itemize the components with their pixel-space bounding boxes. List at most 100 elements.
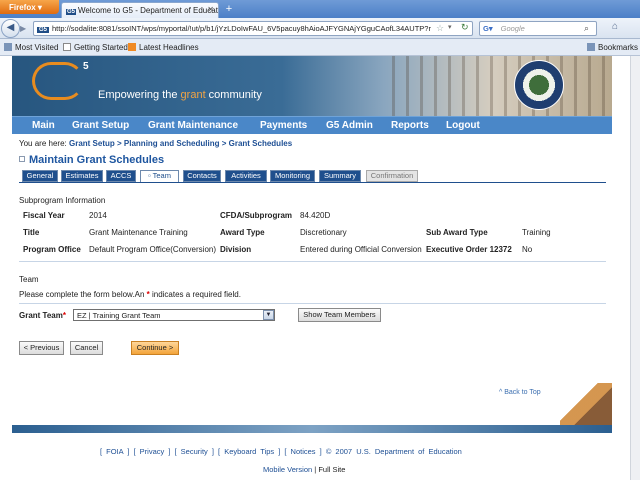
back-arrow-icon[interactable]: ◀ bbox=[1, 19, 20, 38]
tab-summary[interactable]: Summary bbox=[319, 170, 361, 182]
bookmark-most-visited[interactable]: Most Visited bbox=[4, 43, 58, 52]
forward-arrow-icon[interactable]: ▶ bbox=[20, 22, 32, 35]
grant-team-select[interactable]: EZ | Training Grant Team bbox=[73, 309, 275, 321]
division-label: Division bbox=[220, 245, 252, 254]
award-type-value: Discretionary bbox=[300, 228, 347, 237]
page-title-icon bbox=[19, 156, 25, 162]
menu-logout[interactable]: Logout bbox=[446, 120, 480, 131]
team-divider bbox=[19, 303, 606, 304]
award-type-label: Award Type bbox=[220, 228, 265, 237]
bookmark-star-icon[interactable]: ☆ bbox=[436, 23, 444, 34]
version-separator: | bbox=[314, 465, 317, 474]
breadcrumb-planning-scheduling[interactable]: Planning and Scheduling bbox=[124, 139, 220, 148]
bookmark-getting-started[interactable]: Getting Started bbox=[63, 43, 128, 52]
breadcrumb: You are here: Grant Setup > Planning and… bbox=[19, 139, 292, 148]
tagline-end: community bbox=[205, 89, 262, 101]
tagline-highlight: grant bbox=[180, 89, 206, 101]
footer-links[interactable]: [ FOIA ] [ Privacy ] [ Security ] [ Keyb… bbox=[100, 447, 462, 456]
executive-order-label: Executive Order 12372 bbox=[426, 245, 512, 254]
bookmarks-folder-icon bbox=[586, 43, 595, 51]
division-value: Entered during Official Conversion bbox=[300, 245, 422, 254]
back-to-top-link[interactable]: ^ Back to Top bbox=[499, 389, 541, 396]
folder-icon bbox=[4, 43, 12, 51]
bookmarks-menu-button[interactable]: Bookmarks bbox=[586, 43, 638, 52]
menu-grant-maintenance[interactable]: Grant Maintenance bbox=[148, 120, 238, 131]
menu-main[interactable]: Main bbox=[32, 120, 55, 131]
show-team-members-button[interactable]: Show Team Members bbox=[298, 308, 381, 322]
g5-favicon-icon: G5 bbox=[66, 9, 77, 15]
breadcrumb-separator: > bbox=[117, 139, 122, 148]
site-version-switch: Mobile Version | Full Site bbox=[263, 465, 345, 474]
team-heading: Team bbox=[19, 275, 39, 284]
g5-logo bbox=[32, 62, 84, 100]
cfda-label: CFDA/Subprogram bbox=[220, 211, 292, 220]
browser-tab-title: Welcome to G5 - Department of Educati... bbox=[78, 6, 219, 15]
address-bar[interactable]: G5 http://sodalite:8081/ssoINT/wps/myport… bbox=[33, 21, 473, 36]
bookmarks-menu-label: Bookmarks bbox=[597, 43, 638, 52]
left-gutter bbox=[0, 56, 12, 480]
tab-monitoring[interactable]: Monitoring bbox=[270, 170, 315, 182]
url-text: http://sodalite:8081/ssoINT/wps/myportal… bbox=[52, 24, 431, 33]
subprogram-heading: Subprogram Information bbox=[19, 196, 106, 205]
breadcrumb-separator: > bbox=[221, 139, 227, 148]
footer-band bbox=[12, 425, 612, 433]
page-title-text: Maintain Grant Schedules bbox=[29, 154, 165, 166]
cancel-button[interactable]: Cancel bbox=[70, 341, 103, 355]
rss-feed-icon bbox=[128, 43, 136, 51]
grant-team-label-text: Grant Team bbox=[19, 311, 63, 320]
search-input[interactable]: G▾ Google bbox=[479, 21, 597, 36]
browser-tab[interactable]: G5 Welcome to G5 - Department of Educati.… bbox=[61, 2, 219, 18]
section-divider bbox=[19, 261, 606, 262]
bookmark-label: Getting Started bbox=[74, 43, 128, 52]
page-icon bbox=[63, 43, 71, 51]
menu-payments[interactable]: Payments bbox=[260, 120, 307, 131]
firefox-menu-button[interactable]: Firefox ▾ bbox=[0, 0, 59, 14]
previous-button[interactable]: < Previous bbox=[19, 341, 64, 355]
bookmark-label: Latest Headlines bbox=[139, 43, 199, 52]
program-office-value: Default Program Office(Conversion) bbox=[89, 245, 217, 254]
tab-contacts[interactable]: Contacts bbox=[183, 170, 221, 182]
title-value: Grant Maintenance Training bbox=[89, 228, 188, 237]
vertical-scrollbar[interactable] bbox=[630, 56, 640, 480]
page-title: Maintain Grant Schedules bbox=[19, 154, 164, 166]
tab-team-label: Team bbox=[152, 171, 171, 180]
form-instructions: Please complete the form below.An * indi… bbox=[19, 290, 241, 299]
instructions-text-end: indicates a required field. bbox=[149, 290, 241, 299]
continue-button[interactable]: Continue > bbox=[131, 341, 179, 355]
bookmark-label: Most Visited bbox=[15, 43, 59, 52]
program-office-label: Program Office bbox=[23, 245, 81, 254]
tab-estimates[interactable]: Estimates bbox=[61, 170, 103, 182]
tab-general[interactable]: General bbox=[22, 170, 58, 182]
breadcrumb-grant-schedules[interactable]: Grant Schedules bbox=[229, 139, 293, 148]
bookmarks-toolbar: Most Visited Getting Started Latest Head… bbox=[0, 39, 640, 56]
executive-order-value: No bbox=[522, 245, 533, 254]
bookmark-latest-headlines[interactable]: Latest Headlines bbox=[128, 43, 199, 52]
reload-icon[interactable]: ↻ bbox=[461, 22, 469, 33]
home-icon[interactable]: ⌂ bbox=[608, 21, 622, 35]
tab-accs[interactable]: ACCS bbox=[106, 170, 136, 182]
department-of-education-seal bbox=[514, 60, 564, 110]
url-history-dropdown-icon[interactable]: ▾ bbox=[448, 23, 452, 31]
tab-underline bbox=[19, 182, 606, 183]
mobile-version-link[interactable]: Mobile Version bbox=[263, 465, 312, 474]
new-tab-button[interactable]: + bbox=[222, 3, 236, 16]
firefox-menu-label: Firefox bbox=[9, 3, 36, 12]
chevron-down-icon[interactable]: ▼ bbox=[263, 310, 274, 320]
google-search-icon: G▾ bbox=[483, 24, 493, 33]
breadcrumb-grant-setup[interactable]: Grant Setup bbox=[69, 139, 115, 148]
tab-activities[interactable]: Activities bbox=[225, 170, 267, 182]
site-identity-icon: G5 bbox=[37, 27, 50, 33]
close-tab-icon[interactable]: ✕ bbox=[207, 5, 214, 14]
g5-logo-superscript: 5 bbox=[83, 61, 89, 72]
grant-team-label: Grant Team* bbox=[19, 311, 66, 320]
footer-corner-image bbox=[560, 383, 612, 425]
fiscal-year-value: 2014 bbox=[89, 211, 107, 220]
full-site-label: Full Site bbox=[318, 465, 346, 474]
search-magnifier-icon[interactable]: ⌕ bbox=[584, 23, 589, 34]
menu-g5-admin[interactable]: G5 Admin bbox=[326, 120, 373, 131]
fiscal-year-label: Fiscal Year bbox=[23, 211, 65, 220]
menu-reports[interactable]: Reports bbox=[391, 120, 429, 131]
menu-grant-setup[interactable]: Grant Setup bbox=[72, 120, 129, 131]
site-tagline: Empowering the grant community bbox=[98, 89, 262, 101]
instructions-text: Please complete the form below.An bbox=[19, 290, 147, 299]
